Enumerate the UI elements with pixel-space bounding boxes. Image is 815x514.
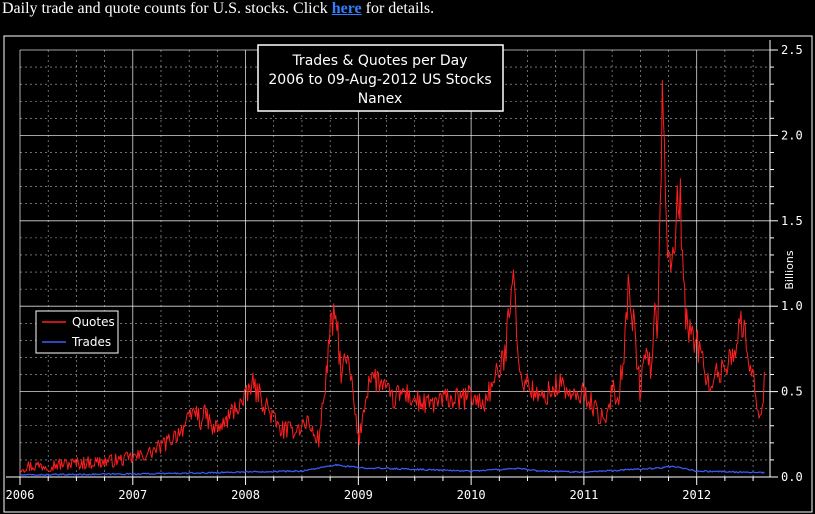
x-tick-label: 2006 [6, 488, 35, 502]
legend-trades-label: Trades [71, 335, 111, 349]
trades-quotes-chart: 0.0 0.5 1.0 1.5 2.0 2.5 2006 2007 2008 2009 2010 20… [0, 34, 815, 514]
chart-title-line-1: Trades & Quotes per Day [291, 53, 467, 69]
y-tick-label: 2.5 [781, 43, 803, 57]
y-tick-label: 0.0 [781, 470, 803, 484]
legend-quotes-label: Quotes [72, 315, 115, 329]
x-tick-label: 2007 [118, 488, 147, 502]
y-tick-label: 1.5 [781, 214, 803, 228]
y-tick-label: 0.5 [781, 385, 803, 399]
x-tick-label: 2010 [457, 488, 486, 502]
y-tick-label: 2.0 [781, 128, 803, 142]
x-tick-label: 2011 [569, 488, 598, 502]
legend: Quotes Trades [35, 310, 119, 354]
y-axis-label: Billions [783, 250, 796, 289]
chart-title-line-3: Nanex [358, 91, 403, 107]
chart-title-box: Trades & Quotes per Day 2006 to 09-Aug-2… [257, 44, 504, 112]
x-tick-label: 2012 [682, 488, 711, 502]
chart-title-line-2: 2006 to 09-Aug-2012 US Stocks [268, 72, 491, 88]
x-tick-label: 2008 [231, 488, 260, 502]
x-tick-label: 2009 [344, 488, 373, 502]
y-tick-label: 1.0 [781, 299, 803, 313]
